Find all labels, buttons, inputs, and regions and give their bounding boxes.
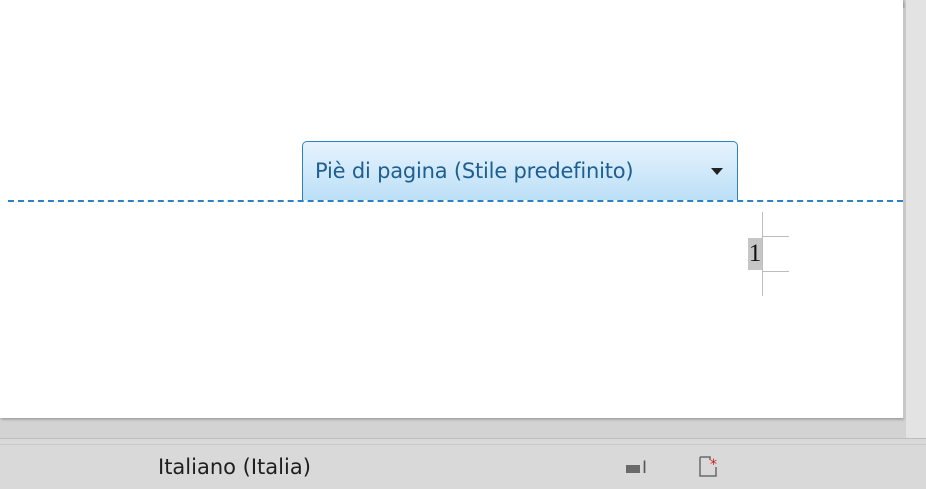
- crop-mark-top: [763, 236, 789, 237]
- language-status[interactable]: Italiano (Italia): [158, 455, 311, 479]
- svg-text:*: *: [710, 457, 717, 473]
- chevron-down-icon[interactable]: [711, 168, 723, 175]
- crop-mark-bottom: [763, 271, 789, 272]
- insert-mode-icon[interactable]: I: [626, 458, 656, 478]
- document-modified-svg: *: [699, 456, 717, 477]
- status-bar: [0, 438, 926, 489]
- document-modified-icon[interactable]: *: [697, 456, 721, 478]
- footer-separator: [8, 200, 903, 202]
- vertical-scrollbar[interactable]: [906, 0, 926, 438]
- crop-mark-vertical: [762, 212, 763, 296]
- footer-style-label: Piè di pagina (Stile predefinito): [315, 159, 634, 183]
- document-area[interactable]: Piè di pagina (Stile predefinito) 1: [0, 0, 906, 438]
- document-page[interactable]: Piè di pagina (Stile predefinito) 1: [0, 0, 903, 418]
- status-bar-divider: [0, 444, 926, 445]
- footer-style-button[interactable]: Piè di pagina (Stile predefinito): [302, 141, 738, 200]
- page-number-field[interactable]: 1: [748, 238, 762, 270]
- insert-mode-block: [626, 465, 640, 473]
- text-cursor-icon: I: [642, 458, 648, 478]
